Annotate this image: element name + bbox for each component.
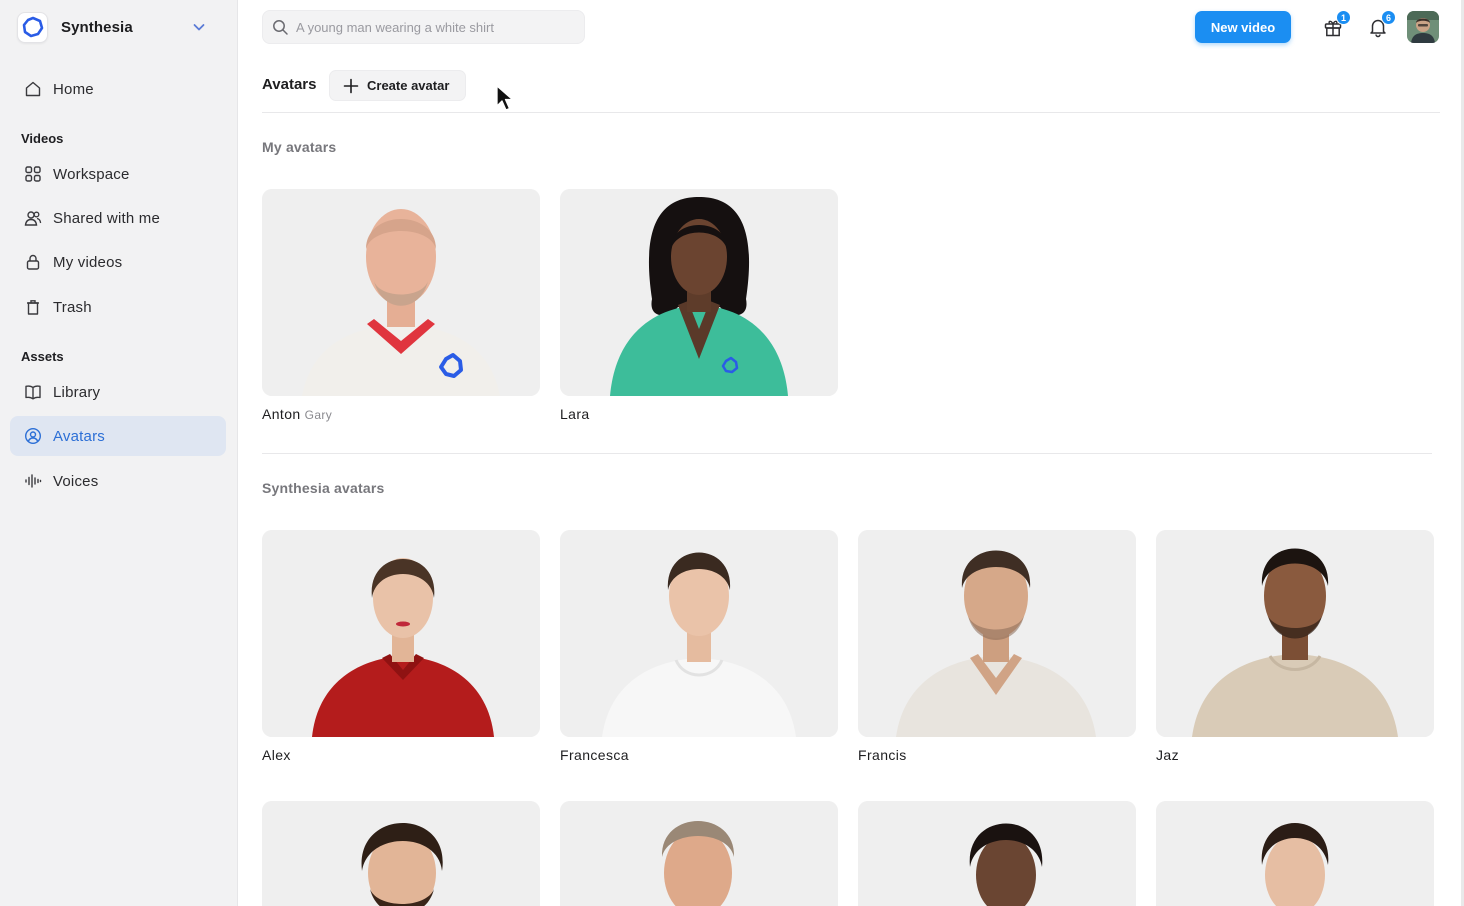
sidebar-item-label: Home [53, 80, 94, 98]
avatar-name: Alex [262, 747, 291, 763]
notifications-badge: 6 [1381, 10, 1396, 25]
search-bar[interactable] [262, 10, 585, 44]
sidebar-item-workspace[interactable]: Workspace [10, 154, 226, 194]
sidebar-item-label: Avatars [53, 427, 105, 445]
section-title-videos: Videos [21, 131, 64, 146]
avatar-thumbnail [560, 189, 838, 396]
avatar-name: Jaz [1156, 747, 1179, 763]
avatar-card[interactable] [858, 801, 1136, 906]
sidebar-item-shared-with-me[interactable]: Shared with me [10, 198, 226, 238]
create-avatar-label: Create avatar [367, 78, 450, 93]
user-avatar-image [1407, 11, 1439, 43]
home-icon [23, 79, 43, 99]
waveform-icon [23, 471, 43, 491]
section-title-assets: Assets [21, 349, 64, 364]
sidebar-item-label: Workspace [53, 165, 130, 183]
avatar-thumbnail [560, 530, 838, 737]
avatar-thumbnail [858, 530, 1136, 737]
sidebar-item-my-videos[interactable]: My videos [10, 242, 226, 282]
notifications-button[interactable]: 6 [1367, 10, 1396, 38]
avatar-card[interactable] [1156, 801, 1434, 906]
users-icon [23, 208, 43, 228]
avatar-thumbnail [560, 801, 838, 906]
sidebar: Synthesia Home Videos Workspace Shared w… [0, 0, 238, 906]
grid-icon [23, 164, 43, 184]
avatar-thumbnail [1156, 801, 1434, 906]
sidebar-item-label: Library [53, 383, 101, 401]
sidebar-item-label: Trash [53, 298, 92, 316]
sidebar-item-trash[interactable]: Trash [10, 287, 226, 327]
avatar-subname: Gary [304, 408, 333, 422]
sidebar-item-avatars[interactable]: Avatars [10, 416, 226, 456]
sidebar-item-library[interactable]: Library [10, 372, 226, 412]
avatar-thumbnail [262, 530, 540, 737]
header-divider [262, 112, 1440, 113]
avatar-thumbnail [1156, 530, 1434, 737]
search-icon [273, 19, 288, 35]
avatar-thumbnail [262, 189, 540, 396]
avatar-card-alex[interactable]: Alex [262, 530, 540, 763]
new-video-button[interactable]: New video [1195, 11, 1291, 43]
section-divider [262, 453, 1432, 454]
avatar-thumbnail [858, 801, 1136, 906]
workspace-switcher[interactable]: Synthesia [17, 11, 217, 43]
gift-button[interactable]: 1 [1322, 10, 1351, 38]
avatar-card-lara[interactable]: Lara [560, 189, 838, 422]
avatar-card-anton[interactable]: Anton Gary [262, 189, 540, 422]
user-avatar[interactable] [1407, 11, 1439, 43]
chevron-down-icon[interactable] [191, 19, 207, 35]
workspace-name: Synthesia [61, 18, 133, 36]
avatar-card[interactable] [560, 801, 838, 906]
avatar-card-francis[interactable]: Francis [858, 530, 1136, 763]
plus-icon [343, 78, 359, 93]
avatar-card[interactable] [262, 801, 540, 906]
sidebar-item-voices[interactable]: Voices [10, 461, 226, 501]
avatar-card-jaz[interactable]: Jaz [1156, 530, 1434, 763]
book-icon [23, 382, 43, 402]
avatar-name: Francesca [560, 747, 629, 763]
avatar-name: Lara [560, 406, 590, 422]
sidebar-item-label: My videos [53, 253, 123, 271]
tab-avatars[interactable]: Avatars [262, 76, 316, 93]
synthesia-avatars-title: Synthesia avatars [262, 480, 385, 496]
user-circle-icon [23, 426, 43, 446]
avatar-thumbnail [262, 801, 540, 906]
trash-icon [23, 297, 43, 317]
avatar-name: Francis [858, 747, 907, 763]
synthesia-logo-icon [17, 11, 48, 43]
sidebar-item-home[interactable]: Home [10, 69, 226, 109]
lock-icon [23, 252, 43, 272]
create-avatar-button[interactable]: Create avatar [329, 70, 466, 101]
avatar-card-francesca[interactable]: Francesca [560, 530, 838, 763]
sidebar-item-label: Voices [53, 472, 99, 490]
my-avatars-title: My avatars [262, 139, 337, 155]
mouse-cursor-icon [496, 85, 514, 111]
gift-badge: 1 [1336, 10, 1351, 25]
sidebar-item-label: Shared with me [53, 209, 161, 227]
avatar-name: Anton [262, 406, 301, 422]
search-input[interactable] [296, 19, 576, 35]
